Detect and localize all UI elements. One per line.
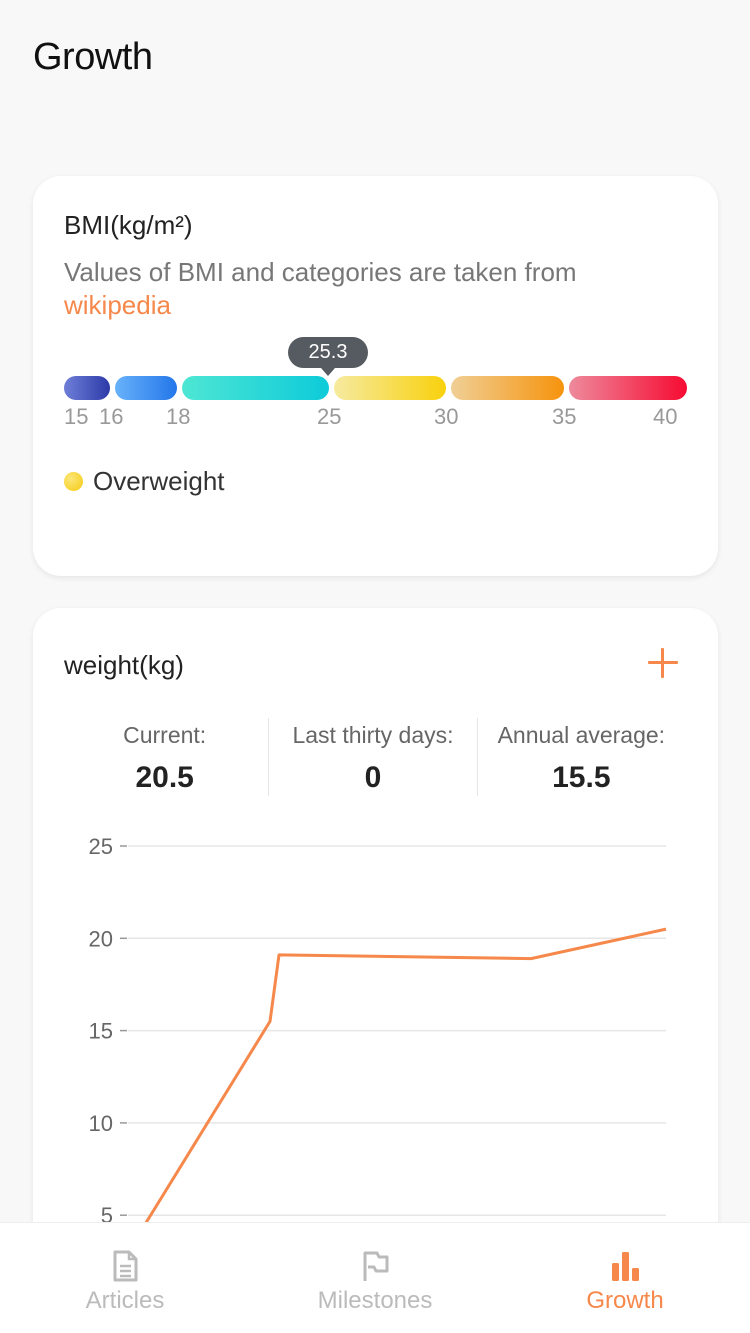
- bottom-nav: Articles Milestones Growth: [0, 1222, 750, 1333]
- stat-current: Current: 20.5: [61, 718, 268, 796]
- category-dot-icon: [64, 472, 83, 491]
- bmi-tick-15: 15: [64, 404, 89, 429]
- nav-growth[interactable]: Growth: [500, 1223, 750, 1333]
- stat-value: 15.5: [552, 761, 611, 794]
- stat-label: Last thirty days:: [292, 722, 454, 748]
- bmi-segment-obese: [451, 376, 564, 400]
- nav-label: Milestones: [317, 1287, 433, 1314]
- bmi-description-text: Values of BMI and categories are taken f…: [64, 257, 577, 287]
- stat-last-thirty-days: Last thirty days: 0: [268, 718, 476, 796]
- bmi-tick-16: 16: [99, 404, 124, 429]
- stat-annual-average: Annual average: 15.5: [476, 718, 685, 796]
- bmi-tick-35: 35: [552, 404, 577, 429]
- nav-articles[interactable]: Articles: [0, 1223, 250, 1333]
- wikipedia-link[interactable]: wikipedia: [64, 290, 171, 320]
- y-tick-label: 15: [89, 1019, 113, 1044]
- bmi-tick-40: 40: [653, 404, 678, 429]
- bmi-category-label: Overweight: [93, 466, 225, 496]
- bmi-tick-25: 25: [317, 404, 342, 429]
- add-weight-button[interactable]: [648, 648, 678, 678]
- flag-icon: [363, 1251, 389, 1281]
- y-tick-label: 20: [89, 926, 113, 951]
- bmi-segment-underweight: [115, 376, 177, 400]
- bmi-card: BMI(kg/m²) Values of BMI and categories …: [33, 176, 718, 576]
- bar-chart-icon: [612, 1252, 639, 1281]
- bmi-segment-normal: [182, 376, 329, 400]
- nav-label: Growth: [586, 1287, 664, 1314]
- weight-series-line: [143, 927, 667, 1226]
- bmi-segment-severe-underweight: [64, 376, 110, 400]
- page-title: Growth: [33, 36, 153, 78]
- y-tick-label: 10: [89, 1111, 113, 1136]
- bmi-tick-18: 18: [166, 404, 191, 429]
- bmi-value-tooltip: 25.3: [288, 337, 368, 376]
- stat-value: 0: [364, 761, 382, 794]
- document-icon: [113, 1250, 138, 1282]
- bmi-description: Values of BMI and categories are taken f…: [64, 256, 664, 322]
- weight-stats: Current: 20.5 Last thirty days: 0 Annual…: [61, 718, 685, 796]
- weight-card: weight(kg) Current: 20.5 Last thirty day…: [33, 608, 718, 1308]
- weight-chart: 252015105: [89, 834, 667, 1228]
- nav-label: Articles: [85, 1287, 165, 1314]
- bmi-tick-30: 30: [434, 404, 459, 429]
- stat-value: 20.5: [135, 761, 194, 794]
- bmi-scale-bar: [64, 376, 687, 400]
- bmi-segment-overweight: [334, 376, 446, 400]
- bmi-segment-severely-obese: [569, 376, 687, 400]
- stat-label: Annual average:: [497, 722, 666, 748]
- nav-milestones[interactable]: Milestones: [250, 1223, 500, 1333]
- weight-title: weight(kg): [64, 650, 184, 680]
- bmi-title: BMI(kg/m²): [64, 210, 193, 240]
- y-tick-label: 25: [89, 834, 113, 859]
- stat-label: Current:: [123, 722, 207, 748]
- bmi-category: Overweight: [64, 466, 225, 497]
